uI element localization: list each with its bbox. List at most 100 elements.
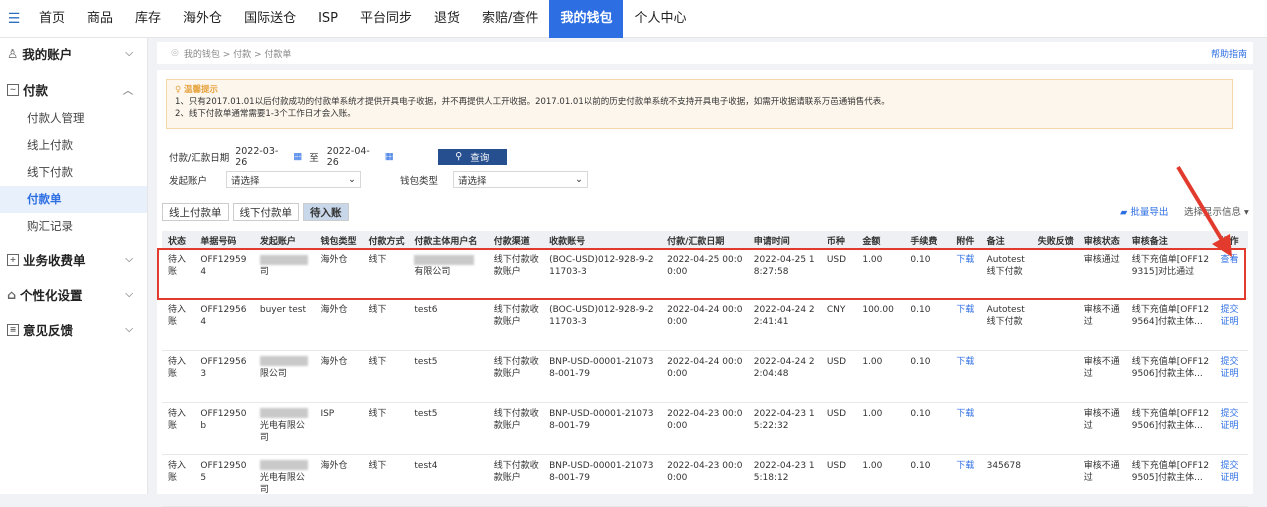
sidebar-group-business[interactable]: + 业务收费单 ⌵ — [0, 244, 147, 275]
table-cell — [980, 402, 1032, 455]
account-select-value: 请选择 — [231, 175, 260, 187]
table-cell: 线下付款收款账户 — [487, 298, 544, 351]
query-button[interactable]: ⚲ 查询 — [437, 148, 507, 165]
cell-text: 0.10 — [910, 408, 931, 419]
cell-text: ISP — [320, 408, 335, 419]
account-select[interactable]: 请选择 ⌄ — [226, 171, 361, 188]
help-link[interactable]: 帮助指南 — [1211, 47, 1247, 60]
sidebar-group-personal[interactable]: ⌂ 个性化设置 ⌵ — [0, 279, 147, 310]
nav-item[interactable]: 海外仓 — [172, 0, 233, 38]
table-cell: 2022-04-23 15:18:12 — [747, 454, 821, 507]
table-cell[interactable]: 提交证明 — [1214, 454, 1248, 507]
column-header: 付款渠道 — [487, 231, 544, 249]
payment-table: 状态 单据号码 发起账户 钱包类型 付款方式 付款主体用户名 付款渠道 收款账号 付款/汇款日期… — [162, 231, 1248, 507]
cell-text: USD — [826, 460, 847, 471]
cell-text: test4 — [414, 460, 438, 471]
cell-text: 2022-04-24 22:41:41 — [753, 304, 815, 327]
table-cell[interactable]: 提交证明 — [1214, 298, 1248, 351]
cell-text: 提交证明 — [1220, 304, 1239, 327]
cell-text: 1.00 — [862, 408, 883, 419]
breadcrumb-bar: ◎ 我的钱包 > 付款 > 付款单 帮助指南 — [157, 42, 1253, 64]
search-icon: ⚲ — [455, 151, 463, 162]
tab[interactable]: 线下付款单 — [232, 203, 299, 221]
batch-export-button[interactable]: ▰ 批量导出 — [1120, 204, 1168, 218]
sidebar-item[interactable]: 线下付款 — [0, 159, 147, 186]
sidebar-group-pay[interactable]: ~ 付款 ︿ — [0, 74, 147, 105]
sidebar-item[interactable]: 付款人管理 — [0, 105, 147, 132]
sidebar-group-feedback[interactable]: ≡ 意见反馈 ⌵ — [0, 314, 147, 345]
date-to-input[interactable]: 2022-04-26 ▦ — [326, 146, 394, 168]
calendar-icon: ▦ — [384, 151, 394, 162]
table-cell: 审核不通过 — [1077, 402, 1126, 455]
cell-text: Autotest 线下付款 — [986, 255, 1025, 277]
table-cell[interactable]: 下载 — [950, 298, 981, 351]
nav-item[interactable]: 索赔/查件 — [471, 0, 549, 38]
query-label: 查询 — [470, 152, 490, 164]
table-row: 待入账 OFF129563 限公司 海外仓 线下 test5 线下付款收款账户 BNP-USD… — [162, 350, 1248, 403]
sidebar-item[interactable]: 线上付款 — [0, 132, 147, 159]
nav-item[interactable]: 商品 — [76, 0, 124, 38]
table-cell: 线下充值单[OFF129506]付款主体... — [1125, 350, 1215, 403]
calendar-icon: ▦ — [293, 151, 303, 162]
table-cell: 2022-04-24 00:00:00 — [661, 298, 748, 351]
table-cell: OFF129594 — [194, 249, 254, 299]
table-cell[interactable]: 下载 — [950, 402, 981, 455]
table-cell: ISP — [314, 402, 363, 455]
nav-item[interactable]: 个人中心 — [623, 0, 697, 38]
table-header: 状态 单据号码 发起账户 钱包类型 付款方式 付款主体用户名 付款渠道 收款账号 付款/汇款日期… — [162, 231, 1248, 249]
cell-text: 海外仓 — [320, 460, 348, 471]
nav-item[interactable]: 国际送仓 — [233, 0, 307, 38]
table-cell[interactable]: 查看 — [1214, 249, 1248, 299]
cell-text: 2022-04-23 15:22:32 — [753, 408, 815, 431]
table-cell: 审核不通过 — [1077, 350, 1126, 403]
cell-text: 下载 — [956, 304, 975, 315]
column-header: 收款账号 — [543, 231, 662, 249]
cell-text: OFF129563 — [200, 356, 247, 379]
home-icon: ◎ — [171, 48, 179, 58]
redacted-block — [259, 356, 308, 366]
table-cell: CNY — [820, 298, 857, 351]
menu-icon[interactable]: ☰ — [0, 11, 28, 27]
cell-text: 司 — [259, 267, 269, 277]
nav-item[interactable]: 首页 — [28, 0, 76, 38]
table-cell[interactable]: 下载 — [950, 249, 981, 299]
sidebar-item[interactable]: 购汇记录 — [0, 213, 147, 240]
table-cell: 2022-04-25 00:00:00 — [661, 249, 748, 299]
table-cell[interactable]: 提交证明 — [1214, 350, 1248, 403]
table-cell[interactable]: 下载 — [950, 454, 981, 507]
table-cell: 线下充值单[OFF129506]付款主体... — [1125, 402, 1215, 455]
cell-text: BNP-USD-00001-210738-001-79 — [549, 460, 654, 483]
table-cell[interactable]: 下载 — [950, 350, 981, 403]
sidebar-item[interactable]: 付款单 — [0, 186, 147, 213]
wallet-select[interactable]: 请选择 ⌄ — [453, 171, 589, 188]
cell-text: OFF129505 — [200, 460, 247, 483]
nav-item[interactable]: 我的钱包 — [549, 0, 624, 38]
date-label: 付款/汇款日期 — [169, 152, 230, 164]
cell-text: 2022-04-25 18:27:58 — [753, 255, 815, 277]
notice-line: 2、线下付款单通常需要1-3个工作日才会入账。 — [175, 109, 356, 119]
cell-text: BNP-USD-00001-210738-001-79 — [549, 356, 654, 379]
table-cell: USD — [820, 249, 857, 299]
table-cell: 0.10 — [904, 402, 951, 455]
table-cell[interactable]: 提交证明 — [1214, 402, 1248, 455]
cell-text: 提交证明 — [1220, 408, 1239, 431]
table-cell: 1.00 — [856, 402, 905, 455]
nav-item[interactable]: ISP — [307, 0, 349, 38]
cell-text: 线下充值单[OFF129564]付款主体... — [1131, 304, 1210, 327]
display-info-button[interactable]: 选择显示信息 ▾ — [1184, 204, 1249, 218]
sidebar-group-account[interactable]: ♙ 我的账户 ⌵ — [0, 38, 147, 69]
nav-item[interactable]: 库存 — [124, 0, 172, 38]
table-cell: 线下 — [362, 249, 409, 299]
table-cell: 待入账 — [162, 249, 195, 299]
date-from-input[interactable]: 2022-03-26 ▦ — [235, 146, 303, 168]
cell-text: 1.00 — [862, 460, 883, 471]
tab[interactable]: 待入账 — [303, 203, 349, 221]
nav-item[interactable]: 平台同步 — [349, 0, 423, 38]
cell-text: 海外仓 — [320, 255, 348, 265]
nav-item[interactable]: 退货 — [423, 0, 471, 38]
cell-text: 审核不通过 — [1083, 304, 1120, 327]
column-header: 付款/汇款日期 — [661, 231, 748, 249]
cell-text: 1.00 — [862, 356, 883, 367]
tab[interactable]: 线上付款单 — [162, 203, 229, 221]
column-header: 钱包类型 — [314, 231, 363, 249]
